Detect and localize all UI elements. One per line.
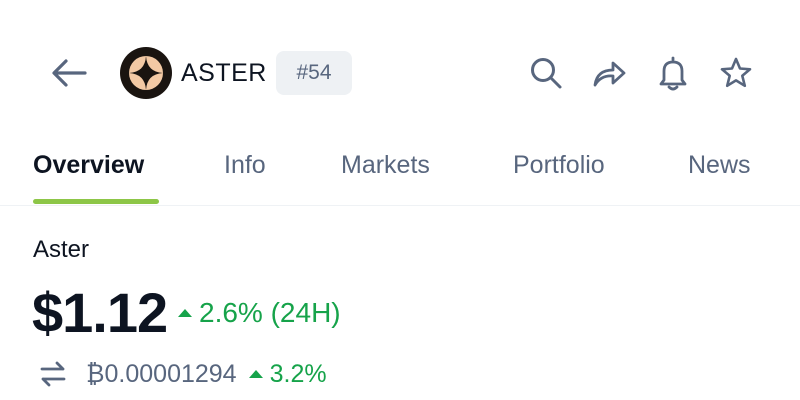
btc-price-row: ₿0.00001294 3.2% — [38, 356, 327, 392]
bell-icon — [659, 56, 687, 91]
coin-name: Aster — [33, 236, 90, 263]
tab-markets[interactable]: Markets — [341, 142, 430, 188]
share-icon — [593, 61, 626, 87]
btc-price: ₿0.00001294 — [86, 359, 237, 388]
price-alert-button[interactable] — [653, 52, 693, 94]
rank-badge: #54 — [276, 51, 352, 95]
caret-up-icon — [248, 370, 263, 378]
coin-ticker: ASTER — [181, 59, 267, 87]
tab-news[interactable]: News — [688, 142, 751, 188]
btc-price-change-value: 3.2% — [269, 359, 327, 388]
price-change-24h-value: 2.6% (24H) — [199, 297, 341, 328]
swap-icon[interactable] — [38, 359, 68, 389]
aster-logo-icon — [129, 56, 163, 90]
tab-divider — [0, 205, 800, 206]
search-icon — [531, 58, 562, 89]
tab-info[interactable]: Info — [224, 142, 266, 188]
coin-logo — [120, 47, 172, 99]
back-button[interactable] — [44, 50, 94, 96]
arrow-left-icon — [52, 59, 87, 87]
coin-price: $1.12 — [32, 281, 168, 344]
tab-overview[interactable]: Overview — [33, 142, 144, 188]
tab-portfolio[interactable]: Portfolio — [513, 142, 605, 188]
btc-price-change: 3.2% — [248, 359, 327, 389]
share-button[interactable] — [589, 52, 629, 94]
active-tab-indicator — [33, 199, 159, 204]
caret-up-icon — [178, 309, 192, 317]
price-change-24h: 2.6% (24H) — [178, 294, 341, 332]
star-icon — [720, 57, 752, 88]
search-button[interactable] — [526, 52, 566, 94]
watchlist-button[interactable] — [716, 52, 756, 94]
